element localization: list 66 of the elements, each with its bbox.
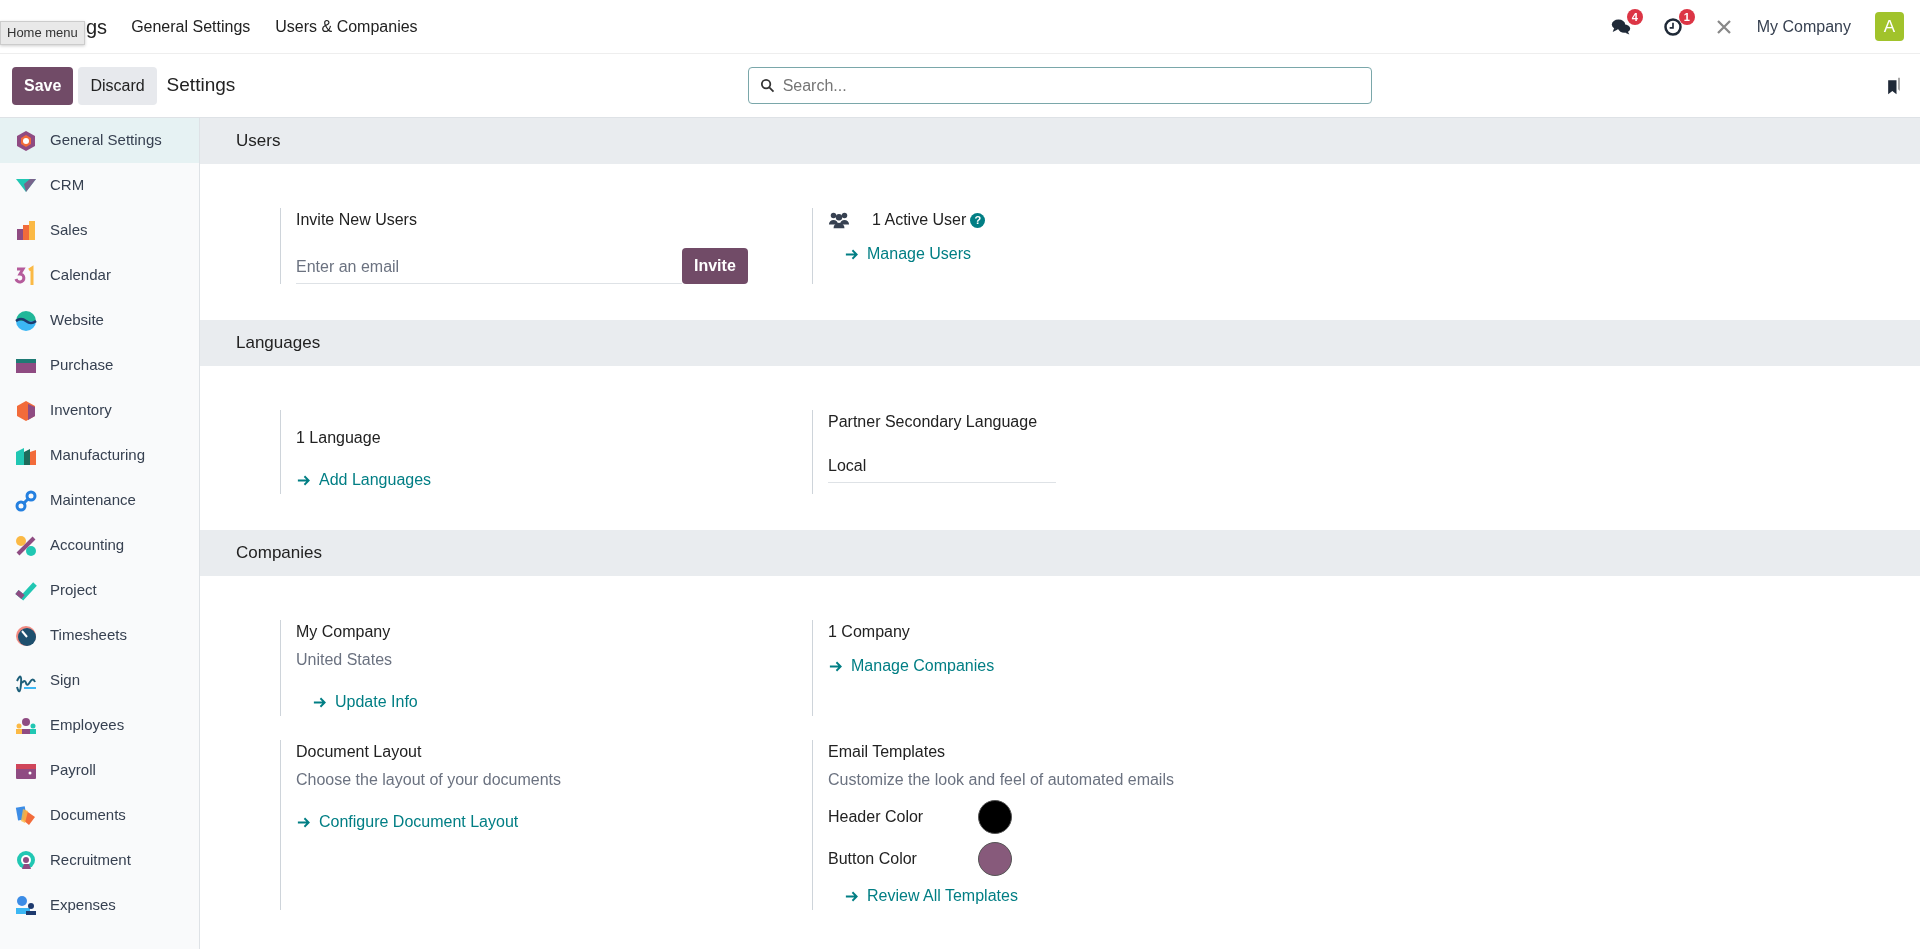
- setting-description: United States: [296, 650, 394, 670]
- sidebar-item[interactable]: Sign: [0, 658, 199, 703]
- color-label: Button Color: [828, 849, 918, 869]
- sidebar-item[interactable]: CRM: [0, 163, 199, 208]
- save-button[interactable]: Save: [12, 66, 74, 105]
- setting-title: Email Templates: [828, 742, 946, 762]
- breadcrumb: Settings: [166, 73, 236, 98]
- section-header: Languages: [200, 320, 1920, 366]
- bar-chart-icon: [14, 218, 38, 243]
- action-link[interactable]: Configure Document Layout: [296, 810, 519, 834]
- sidebar-item[interactable]: Project: [0, 568, 199, 613]
- sidebar-item[interactable]: Payroll: [0, 748, 199, 793]
- setting-title: Invite New Users: [296, 210, 417, 230]
- action-link[interactable]: Add Languages: [296, 468, 432, 492]
- timer-icon: [14, 623, 38, 648]
- setting-title: 1 Company: [828, 622, 910, 642]
- section-header: Companies: [200, 530, 1920, 576]
- sidebar-item[interactable]: Employees: [0, 703, 199, 748]
- sidebar-item[interactable]: Calendar: [0, 253, 199, 298]
- setting-description: Choose the layout of your documents: [296, 770, 563, 790]
- action-link[interactable]: Review All Templates: [844, 884, 1018, 908]
- menu-link[interactable]: Users & Companies: [275, 14, 418, 39]
- sidebar-item[interactable]: Purchase: [0, 343, 199, 388]
- color-label: Header Color: [828, 807, 925, 827]
- sidebar-item[interactable]: Recruitment: [0, 838, 199, 883]
- app-icon: [14, 533, 38, 558]
- sidebar-item[interactable]: Maintenance: [0, 478, 199, 523]
- setting-description: Customize the look and feel of automated emails: [828, 770, 1175, 790]
- setting-title: 1 Active User: [872, 210, 967, 230]
- color-swatch[interactable]: [978, 842, 1012, 876]
- tooltip: Home menu: [0, 21, 85, 45]
- company-name[interactable]: My Company: [1756, 14, 1851, 39]
- notification-badge: 1: [1678, 9, 1695, 26]
- sidebar-item[interactable]: Accounting: [0, 523, 199, 568]
- link-icon: [14, 488, 38, 513]
- settings-icon: [14, 128, 38, 153]
- sidebar-item[interactable]: Inventory: [0, 388, 199, 433]
- notification-badge: 4: [1626, 9, 1643, 26]
- hexagon-icon: [14, 398, 38, 423]
- invite-button[interactable]: Invite: [682, 248, 748, 284]
- sidebar-item[interactable]: Manufacturing: [0, 433, 199, 478]
- sidebar-item[interactable]: Expenses: [0, 883, 199, 928]
- setting-title: Partner Secondary Language: [828, 412, 1038, 432]
- setting-title: 1 Language: [296, 428, 381, 448]
- person-icon: [14, 893, 38, 918]
- sidebar-item[interactable]: Sales: [0, 208, 199, 253]
- setting-title: My Company: [296, 622, 391, 642]
- clock-icon[interactable]: [1662, 17, 1683, 38]
- help-icon[interactable]: ?: [970, 212, 986, 228]
- action-link[interactable]: Manage Users: [844, 242, 972, 266]
- search-icon: [758, 77, 776, 94]
- setting-title: Document Layout: [296, 742, 422, 762]
- sidebar-item[interactable]: Documents: [0, 793, 199, 838]
- wave-icon: [14, 308, 38, 333]
- menu-link[interactable]: General Settings: [131, 14, 251, 39]
- action-link[interactable]: Manage Companies: [828, 654, 995, 678]
- discard-button[interactable]: Discard: [78, 66, 157, 105]
- search-field[interactable]: Search...: [747, 67, 1372, 104]
- app-name: gs: [86, 14, 108, 40]
- sidebar-item[interactable]: Timesheets: [0, 613, 199, 658]
- sidebar-item[interactable]: Website: [0, 298, 199, 343]
- color-swatch[interactable]: [978, 800, 1012, 834]
- action-link[interactable]: Update Info: [312, 690, 418, 714]
- documents-icon: [14, 803, 38, 828]
- sidebar-item[interactable]: General Settings: [0, 118, 199, 163]
- section-header: Users: [200, 118, 1920, 164]
